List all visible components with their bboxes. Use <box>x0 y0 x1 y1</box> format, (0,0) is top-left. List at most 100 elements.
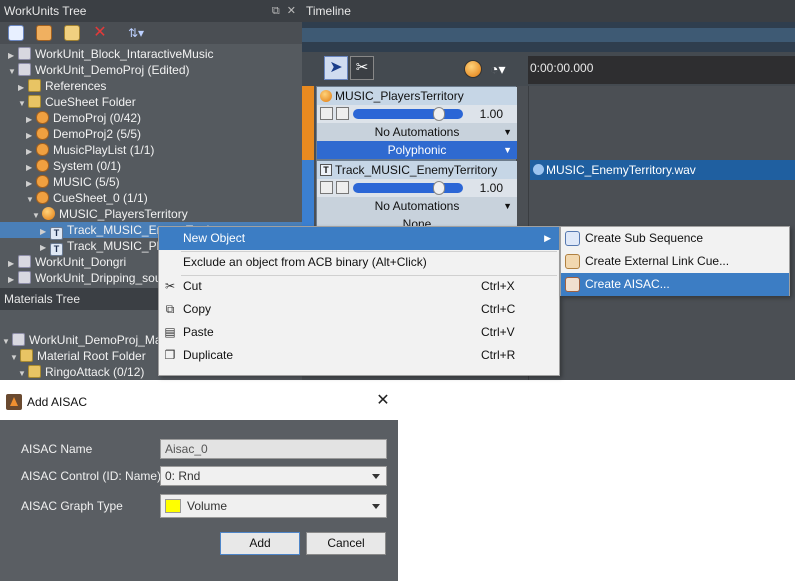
collapse-arrow-icon[interactable]: ▼ <box>18 366 28 382</box>
tree-item-workunit-demoproj[interactable]: ▼ WorkUnit_DemoProj (Edited) <box>8 62 190 78</box>
expand-arrow-icon[interactable]: ▶ <box>8 272 18 288</box>
tree-item-label: DemoProj2 (5/5) <box>53 127 142 141</box>
sort-icon[interactable]: ⇅▾ <box>128 25 150 41</box>
volume-slider-knob[interactable] <box>433 107 445 121</box>
envelope-icon[interactable] <box>320 107 333 120</box>
timeline-title-text: Timeline <box>306 4 351 18</box>
external-link-cue-icon <box>565 254 580 269</box>
add-cuesheet-icon[interactable] <box>36 25 52 41</box>
dropdown-arrow-icon: ▼ <box>503 145 512 155</box>
mixer-icon[interactable] <box>336 107 349 120</box>
track-header-playersterritory[interactable]: MUSIC_PlayersTerritory 1.00 No Automatio… <box>316 86 517 160</box>
tree-item-cuesheet0[interactable]: ▼ CueSheet_0 (1/1) <box>26 190 148 206</box>
tree-item-references[interactable]: ▶ References <box>18 78 106 94</box>
tree-item-cuesheet-folder[interactable]: ▼ CueSheet Folder <box>18 94 136 110</box>
aisac-graph-type-select[interactable]: Volume <box>160 494 387 518</box>
clock-icon[interactable]: ◔▾ <box>490 60 516 78</box>
automation-dropdown[interactable]: No Automations ▼ <box>317 123 517 141</box>
tree-item-workunit-dripping[interactable]: ▶ WorkUnit_Dripping_sound <box>8 270 175 286</box>
tree-item-music-playersterritory[interactable]: ▼ MUSIC_PlayersTerritory <box>32 206 188 222</box>
tree-item-label: WorkUnit_DemoProj (Edited) <box>35 63 190 77</box>
add-button[interactable]: Add <box>220 532 300 555</box>
cut-tool-icon[interactable]: ✂ <box>350 56 374 80</box>
tree-item-label: CueSheet_0 (1/1) <box>53 191 148 205</box>
collapse-arrow-icon[interactable]: ▼ <box>8 64 18 80</box>
aisac-control-label: AISAC Control (ID: Name) <box>21 469 162 483</box>
track-name-label: Track_MUSIC_EnemyTerritory <box>335 163 498 177</box>
tree-item-workunit-block[interactable]: ▶ WorkUnit_Block_IntaractiveMusic <box>8 46 214 62</box>
select-arrow-icon[interactable]: ➤ <box>324 56 348 80</box>
delete-icon[interactable]: ✕ <box>92 25 108 41</box>
tree-item-demoproj[interactable]: ▶ DemoProj (0/42) <box>26 110 141 126</box>
app-icon <box>6 394 22 410</box>
tree-item-musicplaylist[interactable]: ▶ MusicPlayList (1/1) <box>26 142 154 158</box>
tree-item-system[interactable]: ▶ System (0/1) <box>26 158 121 174</box>
volume-slider-knob[interactable] <box>433 181 445 195</box>
automation-dropdown[interactable]: No Automations ▼ <box>317 197 517 215</box>
track-header-enemyterritory[interactable]: T Track_MUSIC_EnemyTerritory 1.00 No Auto… <box>316 160 517 227</box>
timeline-overview[interactable] <box>302 22 795 52</box>
tree-item-material-root[interactable]: ▼ Material Root Folder <box>10 348 146 364</box>
menu-item-create-aisac[interactable]: Create AISAC... <box>561 273 789 296</box>
tree-item-label: References <box>45 79 107 93</box>
scissors-icon: ✂ <box>164 279 176 293</box>
dropdown-arrow-icon: ▼ <box>503 201 512 211</box>
menu-item-label: Cut <box>183 279 202 293</box>
cue-icon <box>320 90 332 102</box>
cuesheet-icon <box>36 159 49 172</box>
mixer-icon[interactable] <box>336 181 349 194</box>
automation-label: No Automations <box>374 125 460 139</box>
tree-item-ringoattack[interactable]: ▼ RingoAttack (0/12) <box>18 364 144 380</box>
cancel-button[interactable]: Cancel <box>306 532 386 555</box>
workunits-toolbar: ✕ ⇅▾ <box>0 22 302 44</box>
graph-color-swatch <box>165 499 181 513</box>
aisac-name-label: AISAC Name <box>21 442 93 456</box>
play-orb-icon[interactable] <box>464 60 482 78</box>
folder-icon <box>28 95 41 108</box>
add-workunit-icon[interactable] <box>8 25 24 41</box>
tree-item-label: MUSIC (5/5) <box>53 175 120 189</box>
workunit-icon <box>18 63 31 76</box>
waveform-clip[interactable]: MUSIC_EnemyTerritory.wav <box>530 160 795 180</box>
menu-item-label: Exclude an object from ACB binary (Alt+C… <box>183 255 427 269</box>
close-icon[interactable]: ✕ <box>374 392 392 410</box>
menu-item-label: Paste <box>183 325 214 339</box>
menu-item-label: Duplicate <box>183 348 234 362</box>
folder-icon <box>28 79 41 92</box>
menu-item-label: Copy <box>183 302 212 316</box>
tree-item-workunit-dongri[interactable]: ▶ WorkUnit_Dongri <box>8 254 126 270</box>
folder-icon <box>28 365 41 378</box>
workunits-title-text: WorkUnits Tree <box>4 4 87 18</box>
aisac-name-field[interactable]: Aisac_0 <box>160 439 387 459</box>
tree-item-label: RingoAttack (0/12) <box>45 365 145 379</box>
aisac-graph-type-value: Volume <box>187 499 228 513</box>
track-color-bar <box>302 160 314 230</box>
menu-item-exclude[interactable]: Exclude an object from ACB binary (Alt+C… <box>159 251 559 274</box>
timeline-ruler[interactable]: 0:00:00.000 <box>528 56 795 84</box>
tree-item-demoproj2[interactable]: ▶ DemoProj2 (5/5) <box>26 126 141 142</box>
menu-item-new-object[interactable]: New Object ▶ <box>159 227 559 250</box>
menu-item-create-external-link[interactable]: Create External Link Cue... <box>561 250 789 273</box>
menu-item-cut[interactable]: ✂ Cut Ctrl+X <box>159 275 559 298</box>
menu-item-label: Create Sub Sequence <box>585 231 704 245</box>
envelope-icon[interactable] <box>320 181 333 194</box>
tree-item-music[interactable]: ▶ MUSIC (5/5) <box>26 174 120 190</box>
add-cue-icon[interactable] <box>64 25 80 41</box>
menu-item-paste[interactable]: ▤ Paste Ctrl+V <box>159 321 559 344</box>
menu-item-create-sub-sequence[interactable]: Create Sub Sequence <box>561 227 789 250</box>
new-object-submenu: Create Sub Sequence Create External Link… <box>560 226 790 296</box>
menu-item-duplicate[interactable]: ❐ Duplicate Ctrl+R <box>159 344 559 367</box>
volume-slider[interactable] <box>353 107 463 121</box>
aisac-control-select[interactable]: 0: Rnd <box>160 466 387 486</box>
cuesheet-icon <box>36 191 49 204</box>
polyphony-dropdown[interactable]: Polyphonic ▼ <box>317 141 517 159</box>
copy-icon: ⧉ <box>165 302 175 316</box>
shortcut-label: Ctrl+X <box>481 279 515 293</box>
panel-window-buttons[interactable]: ⧉ ✕ <box>272 4 298 18</box>
chevron-down-icon <box>372 474 380 479</box>
volume-slider[interactable] <box>353 181 463 195</box>
menu-item-copy[interactable]: ⧉ Copy Ctrl+C <box>159 298 559 321</box>
volume-value: 1.00 <box>479 181 503 195</box>
time-readout: 0:00:00.000 <box>530 61 594 75</box>
dropdown-arrow-icon: ▼ <box>503 127 512 137</box>
